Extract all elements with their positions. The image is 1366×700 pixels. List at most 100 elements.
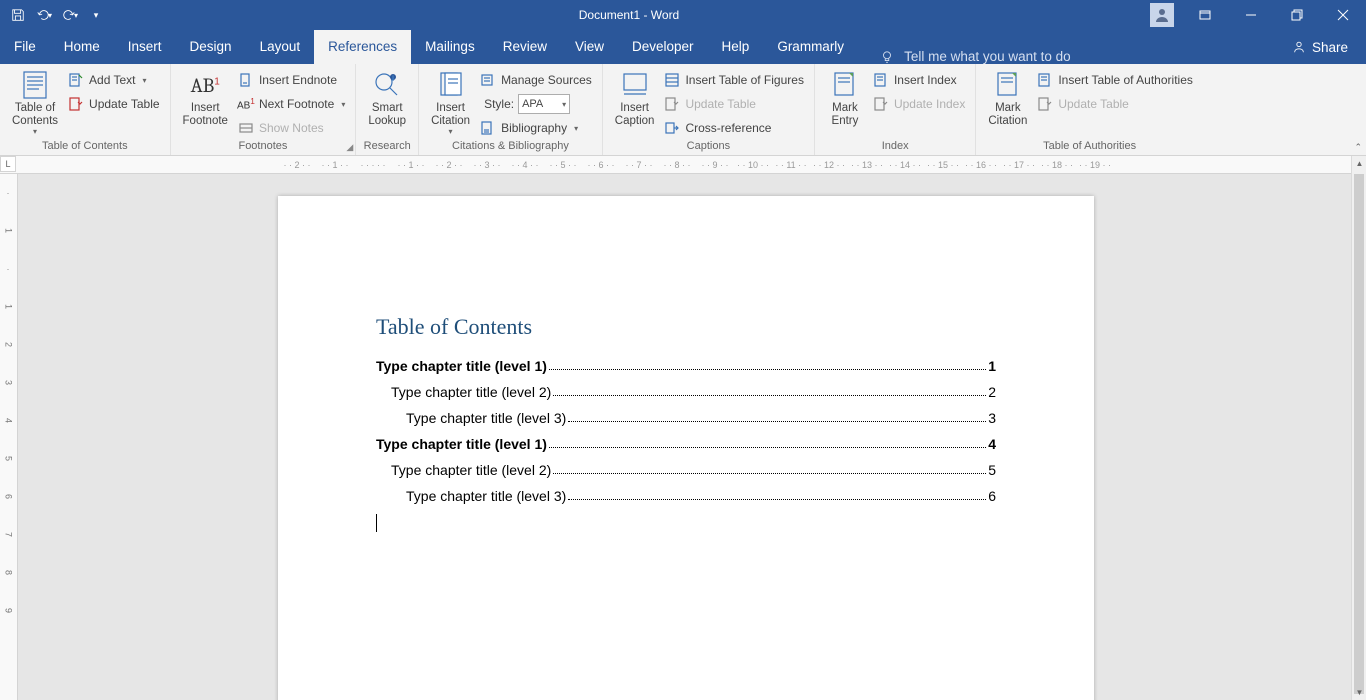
document-area[interactable]: Table of Contents Type chapter title (le… [18, 174, 1351, 700]
insert-caption-label: Insert Caption [615, 102, 655, 128]
update-table-button[interactable]: Update Table [64, 93, 164, 115]
tab-home[interactable]: Home [50, 30, 114, 64]
style-label: Style: [484, 97, 514, 111]
account-avatar[interactable] [1150, 3, 1174, 27]
toc-leader-dots [553, 384, 986, 396]
insert-citation-button[interactable]: Insert Citation ▾ [425, 67, 476, 139]
toc-entry-page[interactable]: 5 [988, 462, 996, 478]
insert-caption-button[interactable]: Insert Caption [609, 67, 661, 130]
toc-entry-page[interactable]: 6 [988, 488, 996, 504]
toc-entry[interactable]: Type chapter title (level 1) 4 [376, 436, 996, 452]
toc-entry[interactable]: Type chapter title (level 2) 5 [376, 462, 996, 478]
next-footnote-button[interactable]: AB1Next Footnote▾ [234, 93, 349, 115]
page[interactable]: Table of Contents Type chapter title (le… [278, 196, 1094, 700]
tab-view[interactable]: View [561, 30, 618, 64]
group-label-footnotes: Footnotes [177, 139, 350, 155]
update-index-icon [873, 96, 889, 112]
close-button[interactable] [1320, 0, 1366, 30]
group-toc: Table of Contents ▾ Add Text▾ Update Tab… [0, 64, 171, 155]
toa-update-table-button: Update Table [1033, 93, 1197, 115]
undo-button[interactable]: ▾ [32, 3, 56, 27]
citation-style-select[interactable]: APA▾ [518, 94, 570, 114]
quick-access-toolbar: ▾ ▾ ▾ [0, 3, 108, 27]
minimize-button[interactable] [1228, 0, 1274, 30]
toc-leader-dots [549, 358, 986, 370]
table-of-contents-button[interactable]: Table of Contents ▾ [6, 67, 64, 139]
mark-entry-button[interactable]: Mark Entry [821, 67, 869, 130]
show-notes-button: Show Notes [234, 117, 349, 139]
caption-icon [619, 69, 651, 101]
tab-design[interactable]: Design [176, 30, 246, 64]
insert-toa-icon [1037, 72, 1053, 88]
manage-sources-icon [480, 72, 496, 88]
group-label-toc: Table of Contents [6, 139, 164, 155]
share-button[interactable]: Share [1274, 30, 1366, 64]
insert-footnote-label: Insert Footnote [183, 102, 228, 128]
toc-entry-page[interactable]: 4 [988, 436, 996, 452]
mark-citation-button[interactable]: Mark Citation [982, 67, 1033, 130]
tab-help[interactable]: Help [708, 30, 764, 64]
scroll-thumb[interactable] [1354, 174, 1364, 694]
footnotes-dialog-launcher[interactable]: ◢ [346, 142, 353, 153]
ribbon-display-options[interactable] [1182, 0, 1228, 30]
tab-grammarly[interactable]: Grammarly [763, 30, 858, 64]
toc-entry[interactable]: Type chapter title (level 1) 1 [376, 358, 996, 374]
toc-entry-text[interactable]: Type chapter title (level 3) [406, 410, 566, 426]
bibliography-icon [480, 120, 496, 136]
toc-entry-text[interactable]: Type chapter title (level 2) [391, 462, 551, 478]
horizontal-ruler[interactable]: L · · 2 · ·· · 1 · ·· · · · ·· · 1 · ·· … [0, 156, 1366, 174]
share-icon [1292, 40, 1306, 54]
tab-mailings[interactable]: Mailings [411, 30, 489, 64]
toc-entry-page[interactable]: 2 [988, 384, 996, 400]
insert-endnote-button[interactable]: Insert Endnote [234, 69, 349, 91]
toc-leader-dots [549, 436, 986, 448]
window-title: Document1 - Word [108, 8, 1150, 22]
toc-entry-text[interactable]: Type chapter title (level 2) [391, 384, 551, 400]
insert-index-button[interactable]: Insert Index [869, 69, 969, 91]
tab-review[interactable]: Review [489, 30, 561, 64]
insert-toa-button[interactable]: Insert Table of Authorities [1033, 69, 1197, 91]
mark-entry-icon [829, 69, 861, 101]
toc-entry-text[interactable]: Type chapter title (level 1) [376, 436, 547, 452]
toc-entry[interactable]: Type chapter title (level 2) 2 [376, 384, 996, 400]
tab-file[interactable]: File [0, 30, 50, 64]
vertical-scrollbar[interactable]: ▲ ▼ [1351, 156, 1366, 700]
group-captions: Insert Caption Insert Table of Figures U… [603, 64, 815, 155]
toc-icon [19, 69, 51, 101]
lightbulb-icon [880, 50, 894, 64]
manage-sources-button[interactable]: Manage Sources [476, 69, 596, 91]
toc-entry-text[interactable]: Type chapter title (level 1) [376, 358, 547, 374]
svg-text:i: i [393, 76, 394, 82]
tab-insert[interactable]: Insert [114, 30, 176, 64]
vertical-ruler[interactable]: ·1·123456789 [0, 174, 18, 700]
cross-reference-button[interactable]: Cross-reference [660, 117, 808, 139]
tab-developer[interactable]: Developer [618, 30, 708, 64]
customize-qat[interactable]: ▾ [84, 3, 108, 27]
insert-citation-label: Insert Citation [431, 102, 470, 128]
tab-references[interactable]: References [314, 30, 411, 64]
tell-me-search[interactable]: Tell me what you want to do [880, 49, 1071, 64]
bibliography-button[interactable]: Bibliography▾ [476, 117, 596, 139]
scroll-down-button[interactable]: ▼ [1352, 685, 1366, 700]
smart-lookup-label: Smart Lookup [368, 102, 406, 128]
toc-entry-page[interactable]: 1 [988, 358, 996, 374]
toc-entry[interactable]: Type chapter title (level 3) 3 [376, 410, 996, 426]
endnote-icon [238, 72, 254, 88]
redo-button[interactable]: ▾ [58, 3, 82, 27]
group-label-index: Index [821, 139, 969, 155]
restore-button[interactable] [1274, 0, 1320, 30]
scroll-up-button[interactable]: ▲ [1352, 156, 1366, 171]
insert-table-of-figures-button[interactable]: Insert Table of Figures [660, 69, 808, 91]
toc-entry[interactable]: Type chapter title (level 3) 6 [376, 488, 996, 504]
toc-entry-text[interactable]: Type chapter title (level 3) [406, 488, 566, 504]
save-button[interactable] [6, 3, 30, 27]
update-index-button: Update Index [869, 93, 969, 115]
toc-entry-page[interactable]: 3 [988, 410, 996, 426]
tab-selector[interactable]: L [0, 156, 16, 172]
toc-heading[interactable]: Table of Contents [376, 314, 996, 340]
tab-layout[interactable]: Layout [246, 30, 315, 64]
smart-lookup-button[interactable]: i Smart Lookup [362, 67, 412, 130]
add-text-button[interactable]: Add Text▾ [64, 69, 164, 91]
insert-footnote-button[interactable]: AB1 Insert Footnote [177, 67, 234, 130]
collapse-ribbon-button[interactable]: ⌃ [1354, 142, 1362, 153]
